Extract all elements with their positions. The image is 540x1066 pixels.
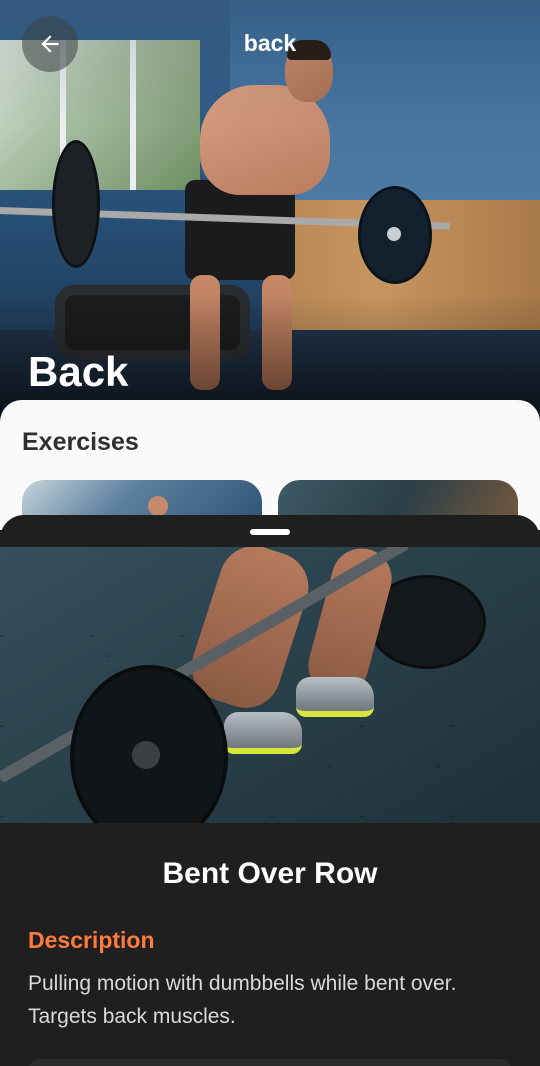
exercises-section: Exercises: [0, 400, 540, 540]
exercise-image: [0, 547, 540, 823]
sneaker: [224, 712, 302, 754]
next-section-box: [28, 1059, 512, 1066]
screen-title: back: [243, 30, 297, 56]
description-text: Pulling motion with dumbbells while bent…: [28, 972, 457, 1028]
drag-handle[interactable]: [250, 529, 290, 535]
sneaker: [296, 677, 374, 717]
exercise-detail-sheet: Bent Over Row Description Pulling motion…: [0, 515, 540, 1066]
exercise-title: Bent Over Row: [162, 857, 378, 890]
description-heading: Description: [28, 927, 155, 953]
hero-title: Back: [28, 348, 129, 395]
section-title: Exercises: [22, 428, 139, 456]
